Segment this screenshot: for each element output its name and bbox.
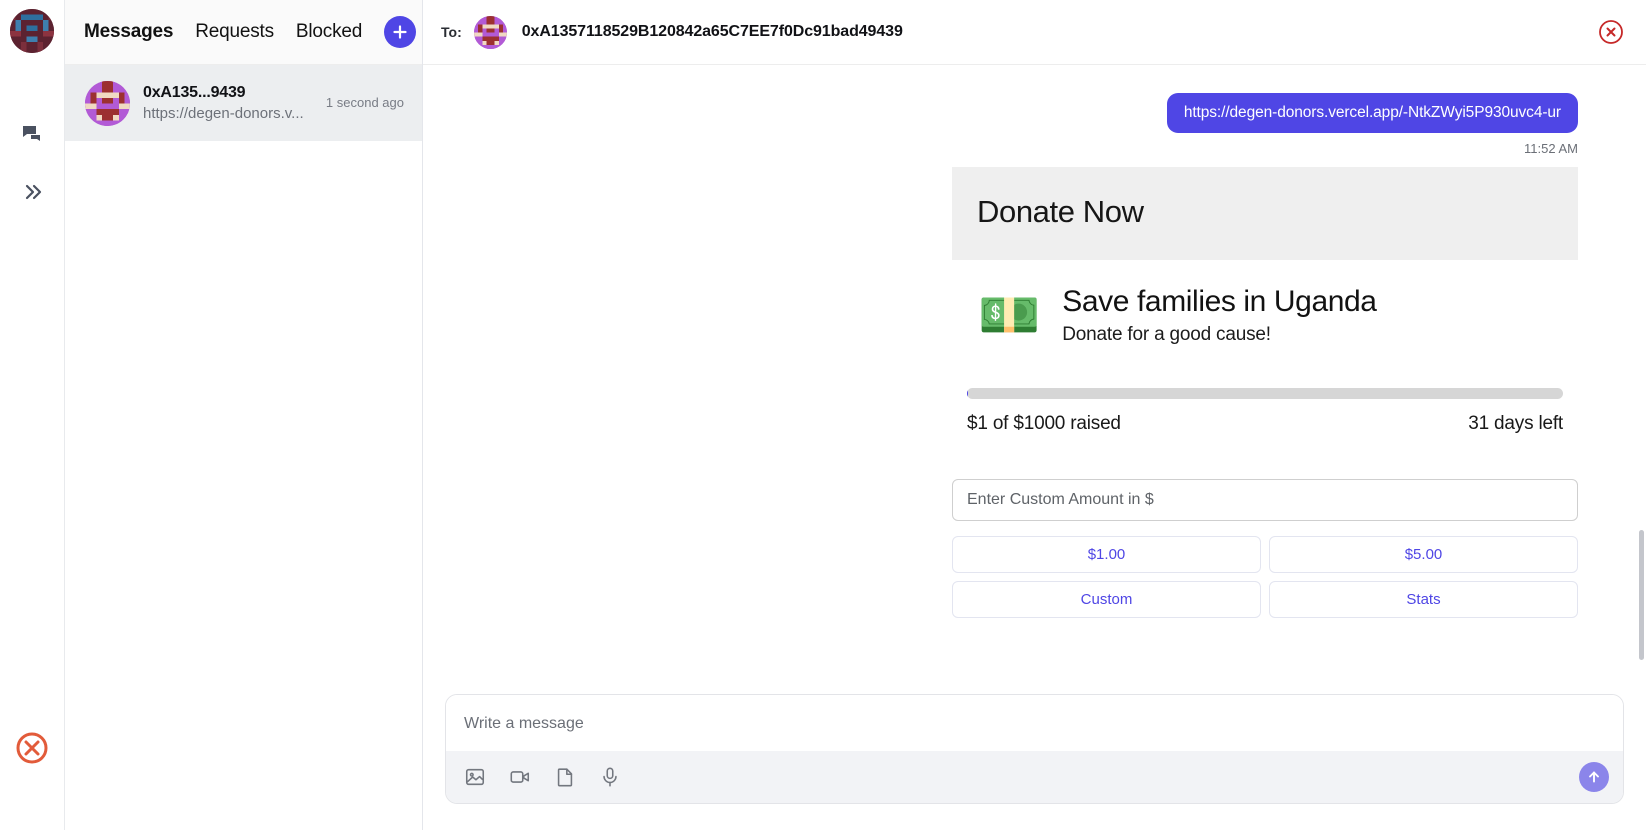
- send-button[interactable]: [1579, 762, 1609, 792]
- message-thread: https://degen-donors.vercel.app/-NtkZWyi…: [423, 65, 1646, 664]
- conversation-preview: https://degen-donors.v...: [143, 105, 304, 122]
- document-icon[interactable]: [554, 766, 576, 788]
- arrow-up-icon: [1589, 771, 1599, 783]
- cause-title: Save families in Uganda: [1062, 285, 1377, 318]
- money-banknote-icon: 💵: [978, 287, 1041, 344]
- composer-toolbar: [446, 751, 1623, 803]
- days-left-label: 31 days left: [1468, 412, 1563, 434]
- donate-5-button[interactable]: $5.00: [1269, 535, 1578, 573]
- app-root: Messages Requests Blocked 0xA135...9439 …: [0, 0, 1646, 830]
- chat-bubbles-icon[interactable]: [12, 114, 52, 154]
- close-circle-icon: [1599, 20, 1623, 44]
- raised-amount-label: $1 of $1000 raised: [967, 412, 1121, 434]
- composer-wrapper: [423, 664, 1646, 830]
- left-rail: [0, 0, 65, 830]
- donation-frame-card: Donate Now 💵 Save families in Uganda Don…: [952, 167, 1578, 618]
- blockie-svg: [85, 80, 130, 126]
- conversation-list-header: Messages Requests Blocked: [65, 0, 422, 65]
- cause-subtitle: Donate for a good cause!: [1062, 323, 1271, 345]
- avatar: [85, 80, 130, 126]
- list-item[interactable]: 0xA135...9439 https://degen-donors.v... …: [65, 65, 422, 141]
- progress-meta: $1 of $1000 raised 31 days left: [967, 413, 1563, 435]
- double-chevron-right-icon[interactable]: [12, 172, 52, 212]
- conversation-list-column: Messages Requests Blocked 0xA135...9439 …: [65, 0, 423, 830]
- progress-bar-track: [967, 387, 1563, 399]
- video-camera-icon[interactable]: [509, 766, 531, 788]
- close-conversation-button[interactable]: [1598, 19, 1624, 45]
- frame-header: Donate Now: [952, 167, 1578, 260]
- message-timestamp: 11:52 AM: [1524, 141, 1578, 156]
- plus-icon: [393, 25, 407, 39]
- xmtp-circle-x-logo: [15, 731, 49, 765]
- conversation-timestamp: 1 second ago: [325, 95, 404, 110]
- thread-scrollbar[interactable]: [1639, 530, 1644, 660]
- image-icon[interactable]: [464, 766, 486, 788]
- custom-amount-input[interactable]: [952, 478, 1578, 521]
- message-composer: [445, 694, 1624, 804]
- user-blockie-avatar[interactable]: [10, 9, 54, 53]
- microphone-icon[interactable]: [599, 766, 621, 788]
- cause-text: Save families in Uganda Donate for a goo…: [1062, 285, 1377, 346]
- cause-row: 💵 Save families in Uganda Donate for a g…: [952, 285, 1578, 346]
- donate-custom-button[interactable]: Custom: [952, 580, 1261, 618]
- tab-messages[interactable]: Messages: [84, 21, 173, 43]
- tab-requests[interactable]: Requests: [195, 21, 274, 43]
- recipient-address: 0xA1357118529B120842a65C7EE7f0Dc91bad494…: [521, 23, 903, 40]
- main-panel: To: 0xA1357118529B120842a65C7EE7f0Dc91ba…: [423, 0, 1646, 830]
- frame-title: Donate Now: [977, 194, 1144, 229]
- message-input[interactable]: [446, 695, 1623, 751]
- recipient-avatar: [473, 15, 507, 49]
- donate-1-button[interactable]: $1.00: [952, 535, 1261, 573]
- message-row: https://degen-donors.vercel.app/-NtkZWyi…: [423, 93, 1578, 133]
- blockie-svg: [10, 9, 54, 53]
- conversation-header: To: 0xA1357118529B120842a65C7EE7f0Dc91ba…: [423, 0, 1646, 65]
- donation-button-grid: $1.00 $5.00 Custom Stats: [952, 535, 1578, 618]
- blockie-svg: [473, 15, 507, 49]
- to-label: To:: [441, 24, 462, 40]
- donate-stats-button[interactable]: Stats: [1269, 580, 1578, 618]
- message-bubble-outgoing[interactable]: https://degen-donors.vercel.app/-NtkZWyi…: [1166, 93, 1578, 133]
- progress-bar-fill: [967, 387, 968, 399]
- conversation-title: 0xA135...9439: [143, 84, 246, 101]
- tab-blocked[interactable]: Blocked: [296, 21, 362, 43]
- progress-section: $1 of $1000 raised 31 days left: [952, 387, 1578, 435]
- new-conversation-button[interactable]: [384, 16, 417, 48]
- list-item-text: 0xA135...9439 https://degen-donors.v...: [143, 84, 313, 122]
- frame-body: 💵 Save families in Uganda Donate for a g…: [952, 260, 1578, 618]
